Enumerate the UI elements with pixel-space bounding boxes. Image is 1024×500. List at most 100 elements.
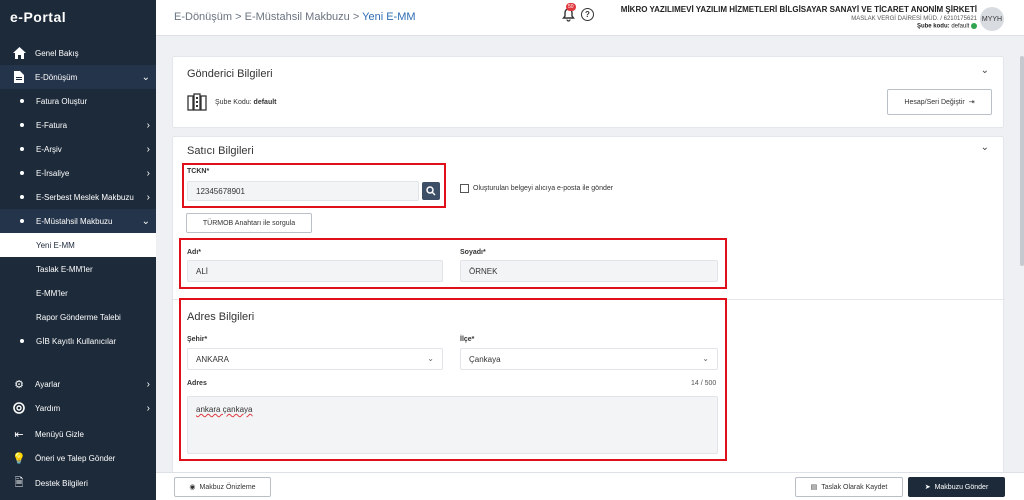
email-checkbox[interactable] <box>460 184 469 193</box>
address-title: Adres Bilgileri <box>187 311 255 323</box>
sidebar-item-overview[interactable]: Genel Bakış <box>0 41 156 65</box>
sidebar-item-label: E-Serbest Meslek Makbuzu <box>36 192 134 202</box>
name-input[interactable]: ALİ <box>187 260 443 282</box>
footer-bar: ◉ Makbuz Önizleme ▤ Taslak Olarak Kaydet… <box>156 472 1024 500</box>
bullet-icon <box>20 99 24 103</box>
preview-button[interactable]: ◉ Makbuz Önizleme <box>174 477 271 497</box>
name-label: Adı* <box>187 249 201 256</box>
bullet-icon <box>20 195 24 199</box>
search-button[interactable] <box>422 182 440 200</box>
branch-value: default <box>951 23 970 30</box>
sidebar-item-taslak-emm[interactable]: Taslak E-MM'ler <box>0 257 156 281</box>
company-name: MİKRO YAZILIMEVİ YAZILIM HİZMETLERİ BİLG… <box>620 5 977 14</box>
chevron-down-icon[interactable]: ⌄ <box>981 142 989 153</box>
sidebar-item-e-mm[interactable]: E-Müstahsil Makbuzu ⌄ <box>0 209 156 233</box>
sidebar-item-label: Rapor Gönderme Talebi <box>36 312 121 322</box>
app-logo: e-Portal <box>10 9 67 25</box>
sidebar-item-label: E-Arşiv <box>36 144 62 154</box>
breadcrumb-item[interactable]: E-Müstahsil Makbuzu <box>245 11 350 23</box>
address-textarea[interactable]: ankara çankaya <box>187 396 718 454</box>
sender-branch-value: default <box>253 99 277 106</box>
breadcrumb: E-Dönüşüm > E-Müstahsil Makbuzu > Yeni E… <box>174 11 416 23</box>
save-draft-label: Taslak Olarak Kaydet <box>821 483 888 491</box>
breadcrumb-item[interactable]: E-Dönüşüm <box>174 11 232 23</box>
sidebar: e-Portal Genel Bakış E-Dönüşüm ⌄ Fatura … <box>0 0 156 500</box>
sidebar-item-e-smm[interactable]: E-Serbest Meslek Makbuzu › <box>0 185 156 209</box>
home-icon <box>12 46 26 60</box>
sender-card: Gönderici Bilgileri ⌄ Şube Kodu: default… <box>172 56 1004 128</box>
tckn-input[interactable]: 12345678901 <box>187 181 419 201</box>
avatar[interactable]: MYYH <box>980 7 1004 31</box>
sidebar-item-support[interactable]: 🗎 Destek Bilgileri <box>0 471 156 495</box>
chevron-right-icon: › <box>146 143 150 155</box>
branch-info: Şube kodu: default <box>621 23 977 30</box>
help-icon[interactable]: ? <box>581 8 594 21</box>
bell-icon[interactable]: 50 <box>562 3 576 22</box>
sidebar-item-rapor[interactable]: Rapor Gönderme Talebi <box>0 305 156 329</box>
city-select[interactable]: ANKARA ⌄ <box>187 348 443 370</box>
bullet-icon <box>20 147 24 151</box>
breadcrumb-separator: > <box>352 11 360 23</box>
save-draft-button[interactable]: ▤ Taslak Olarak Kaydet <box>795 477 903 497</box>
district-label: İlçe* <box>460 336 475 343</box>
city-label: Şehir* <box>187 336 208 343</box>
sidebar-item-feedback[interactable]: 💡 Öneri ve Talep Gönder <box>0 446 156 470</box>
district-select-value: Çankaya <box>469 355 501 364</box>
seller-card: Satıcı Bilgileri ⌄ TCKN* 12345678901 Olu… <box>172 136 1005 472</box>
scrollbar[interactable] <box>1019 36 1024 472</box>
sidebar-item-label: Fatura Oluştur <box>36 96 88 106</box>
send-icon: ➤ <box>924 484 931 491</box>
chevron-down-icon: ⌄ <box>141 215 150 227</box>
divider <box>173 299 1005 300</box>
eye-icon: ◉ <box>189 484 196 491</box>
email-checkbox-row[interactable]: Oluşturulan belgeyi alıcıya e-posta ile … <box>460 184 613 193</box>
chevron-right-icon: › <box>146 191 150 203</box>
chevron-down-icon: ⌄ <box>141 71 150 83</box>
email-checkbox-label: Oluşturulan belgeyi alıcıya e-posta ile … <box>473 185 614 192</box>
sidebar-item-e-irsaliye[interactable]: E-İrsaliye › <box>0 161 156 185</box>
seller-title: Satıcı Bilgileri <box>187 145 254 157</box>
check-circle-icon <box>971 23 977 29</box>
send-label: Makbuzu Gönder <box>934 483 989 491</box>
turmob-query-label: TÜRMOB Anahtarı ile sorgula <box>202 219 296 227</box>
sidebar-item-label: Öneri ve Talep Gönder <box>35 453 116 463</box>
surname-input[interactable]: ÖRNEK <box>460 260 718 282</box>
send-button[interactable]: ➤ Makbuzu Gönder <box>908 477 1005 497</box>
preview-label: Makbuz Önizleme <box>199 483 256 491</box>
sender-branch-label: Şube Kodu: <box>215 99 252 106</box>
gear-icon: ⚙ <box>14 378 24 391</box>
sidebar-item-e-donusum[interactable]: E-Dönüşüm ⌄ <box>0 65 156 89</box>
lightbulb-icon: 💡 <box>12 452 26 465</box>
sidebar-item-help[interactable]: Yardım › <box>0 396 156 420</box>
bullet-icon <box>20 339 24 343</box>
sidebar-item-yeni-emm[interactable]: Yeni E-MM <box>0 233 156 257</box>
sender-branch: Şube Kodu: default <box>215 99 277 106</box>
tckn-label: TCKN* <box>187 168 210 175</box>
search-icon <box>426 186 436 196</box>
scrollbar-thumb[interactable] <box>1020 56 1024 266</box>
bullet-icon <box>20 123 24 127</box>
change-account-button[interactable]: Hesap/Seri Değiştir ⇥ <box>887 89 992 115</box>
sidebar-item-emm-list[interactable]: E-MM'ler <box>0 281 156 305</box>
draft-icon: ▤ <box>810 484 818 491</box>
chevron-right-icon: › <box>146 167 150 179</box>
sidebar-item-label: GİB Kayıtlı Kullanıcılar <box>36 336 117 346</box>
sidebar-item-label: Ayarlar <box>35 379 61 389</box>
bullet-icon <box>20 171 24 175</box>
sidebar-item-label: E-Dönüşüm <box>35 72 78 82</box>
sidebar-item-gib-users[interactable]: GİB Kayıtlı Kullanıcılar <box>0 329 156 353</box>
sidebar-item-settings[interactable]: ⚙ Ayarlar › <box>0 372 156 396</box>
document-icon <box>12 70 26 84</box>
bullet-icon <box>20 219 24 223</box>
sidebar-item-fatura-olustur[interactable]: Fatura Oluştur <box>0 89 156 113</box>
district-select[interactable]: Çankaya ⌄ <box>460 348 718 370</box>
sidebar-item-e-arsiv[interactable]: E-Arşiv › <box>0 137 156 161</box>
sidebar-item-label: E-MM'ler <box>36 288 68 298</box>
change-account-label: Hesap/Seri Değiştir <box>904 98 965 106</box>
sidebar-item-label: Genel Bakış <box>35 48 79 58</box>
chevron-down-icon[interactable]: ⌄ <box>981 65 989 76</box>
sidebar-item-e-fatura[interactable]: E-Fatura › <box>0 113 156 137</box>
sidebar-item-label: Yardım <box>35 403 61 413</box>
turmob-query-button[interactable]: TÜRMOB Anahtarı ile sorgula <box>186 213 312 233</box>
sidebar-item-hide-menu[interactable]: ⇤ Menüyü Gizle <box>0 422 156 446</box>
